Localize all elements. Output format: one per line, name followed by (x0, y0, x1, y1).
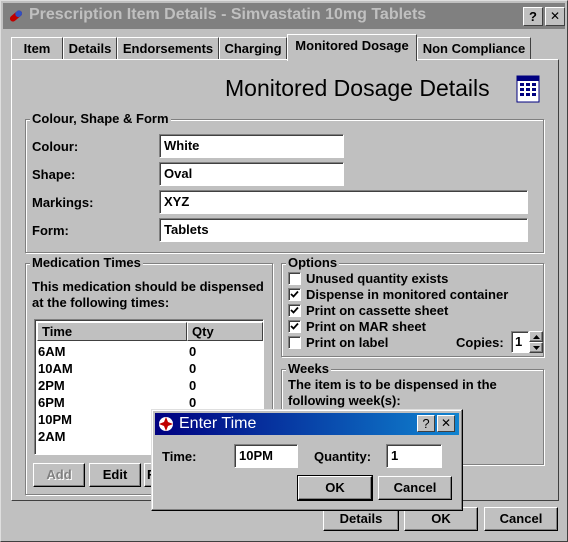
list-item[interactable]: 2PM 0 (35, 378, 261, 395)
calendar-icon (516, 75, 540, 103)
window-title-bar[interactable]: Prescription Item Details - Simvastatin … (3, 3, 565, 29)
time-cell: 10PM (38, 412, 72, 427)
enter-time-title-bar[interactable]: Enter Time ? ✕ (155, 413, 459, 435)
list-item[interactable]: 10AM 0 (35, 361, 261, 378)
print-cassette-sheet-checkbox[interactable] (288, 304, 301, 317)
print-on-label-checkbox[interactable] (288, 336, 301, 349)
form-label: Form: (32, 223, 69, 238)
weeks-desc-1: The item is to be dispensed in the (288, 377, 497, 392)
dispense-monitored-container-label[interactable]: Dispense in monitored container (306, 287, 508, 302)
list-item[interactable]: 6AM 0 (35, 344, 261, 361)
shape-label: Shape: (32, 167, 76, 182)
medication-times-desc-1: This medication should be dispensed (32, 279, 264, 294)
dialog-title: Enter Time (179, 415, 257, 432)
qty-cell: 0 (189, 378, 197, 393)
weeks-desc-2: following week(s): (288, 393, 401, 408)
add-button[interactable]: Add (33, 463, 85, 487)
time-column-header[interactable]: Time (37, 322, 187, 341)
dialog-close-button[interactable]: ✕ (437, 415, 455, 432)
weeks-legend: Weeks (286, 361, 331, 376)
tab-endorsements[interactable]: Endorsements (117, 37, 219, 60)
time-cell: 2PM (38, 378, 65, 393)
print-mar-sheet-checkbox[interactable] (288, 320, 301, 333)
time-cell: 2AM (38, 429, 66, 444)
pill-app-icon (7, 7, 25, 30)
edit-button[interactable]: Edit (89, 463, 141, 487)
tab-monitored-dosage[interactable]: Monitored Dosage (287, 34, 417, 61)
close-button[interactable]: ✕ (545, 7, 565, 26)
qty-cell: 0 (189, 344, 197, 359)
quantity-label: Quantity: (314, 449, 372, 464)
cancel-button[interactable]: Cancel (484, 507, 558, 531)
medication-times-desc-2: at the following times: (32, 295, 170, 310)
dialog-help-button[interactable]: ? (417, 415, 435, 432)
tab-item[interactable]: Item (11, 37, 63, 60)
time-field[interactable]: 10PM (234, 444, 298, 468)
print-mar-sheet-label[interactable]: Print on MAR sheet (306, 319, 426, 334)
dialog-ok-button[interactable]: OK (297, 475, 373, 501)
print-on-label-label[interactable]: Print on label (306, 335, 388, 350)
markings-label: Markings: (32, 195, 94, 210)
enter-time-dialog: Enter Time ? ✕ Time: 10PM Quantity: 1 OK… (151, 409, 463, 511)
dispense-monitored-container-checkbox[interactable] (288, 288, 301, 301)
colour-shape-form-legend: Colour, Shape & Form (30, 111, 171, 126)
colour-label: Colour: (32, 139, 79, 154)
print-cassette-sheet-label[interactable]: Print on cassette sheet (306, 303, 448, 318)
time-label: Time: (162, 449, 197, 464)
quantity-field[interactable]: 1 (386, 444, 442, 468)
tab-non-compliance[interactable]: Non Compliance (417, 37, 531, 60)
dialog-app-icon (158, 416, 174, 437)
medication-times-legend: Medication Times (30, 255, 143, 270)
copies-up-icon[interactable] (529, 331, 543, 342)
help-button[interactable]: ? (523, 7, 543, 26)
markings-field[interactable]: XYZ (159, 190, 528, 214)
dialog-cancel-button[interactable]: Cancel (378, 476, 452, 500)
prescription-item-details-window: Prescription Item Details - Simvastatin … (0, 0, 568, 542)
colour-field[interactable]: White (159, 134, 344, 158)
qty-cell: 0 (189, 395, 197, 410)
shape-field[interactable]: Oval (159, 162, 344, 186)
qty-column-header[interactable]: Qty (187, 322, 263, 341)
unused-quantity-label[interactable]: Unused quantity exists (306, 271, 448, 286)
tab-details[interactable]: Details (63, 37, 117, 60)
unused-quantity-checkbox[interactable] (288, 272, 301, 285)
time-cell: 6PM (38, 395, 65, 410)
time-cell: 6AM (38, 344, 66, 359)
form-field[interactable]: Tablets (159, 218, 528, 242)
window-title: Prescription Item Details - Simvastatin … (29, 6, 427, 23)
qty-cell: 0 (189, 361, 197, 376)
copies-field[interactable]: 1 (511, 331, 529, 353)
page-title: Monitored Dosage Details (225, 75, 490, 101)
copies-label: Copies: (456, 335, 504, 350)
time-cell: 10AM (38, 361, 73, 376)
tab-charging[interactable]: Charging (219, 37, 287, 60)
options-legend: Options (286, 255, 340, 270)
copies-down-icon[interactable] (529, 342, 543, 353)
